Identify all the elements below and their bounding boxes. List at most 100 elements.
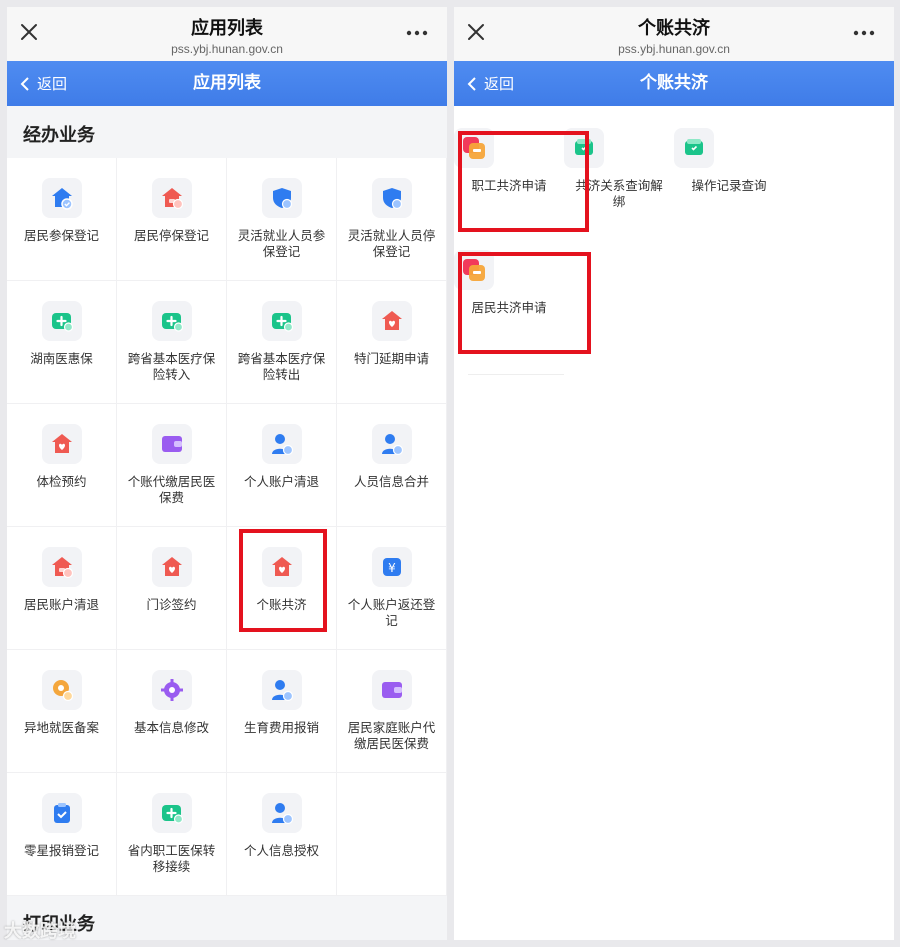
app-tile[interactable]: 湖南医惠保	[7, 281, 117, 404]
app-tile[interactable]: 零星报销登记	[7, 773, 117, 896]
map-pin-icon	[41, 670, 82, 710]
app-tile[interactable]: 跨省基本医疗保险转入	[117, 281, 227, 404]
app-tile[interactable]: 人员信息合并	[337, 404, 447, 527]
shield-icon	[261, 178, 302, 218]
app-tile-label: 居民共济申请	[471, 300, 547, 315]
close-icon[interactable]	[464, 20, 488, 44]
medical-card-icon	[151, 793, 192, 833]
app-tile-label: 共济关系查询解绑	[575, 178, 663, 209]
mutual-aid-grid: 职工共济申请 共济关系查询解绑 操作记录查询居民共济申请	[454, 128, 894, 372]
house-heart-icon	[151, 547, 192, 587]
app-tile[interactable]: 居民家庭账户代缴居民医保费	[337, 650, 447, 773]
services-grid: 居民参保登记 居民停保登记 灵活就业人员参保登记 灵活就业人员停保登记湖南医惠保 跨省基…	[7, 158, 447, 896]
app-tile-label: 职工共济申请	[471, 178, 547, 193]
page-title: 个账共济	[638, 18, 710, 39]
person-icon	[371, 424, 412, 464]
house-heart-icon	[261, 547, 302, 587]
app-tile-label: 跨省基本医疗保险转入	[127, 351, 216, 382]
page-url: pss.ybj.hunan.gov.cn	[171, 42, 283, 56]
wallet-green-icon	[564, 128, 604, 168]
app-tile-label: 灵活就业人员停保登记	[347, 228, 436, 259]
app-tile-label: 操作记录查询	[691, 178, 767, 193]
app-tile[interactable]: 跨省基本医疗保险转出	[227, 281, 337, 404]
page-url: pss.ybj.hunan.gov.cn	[618, 42, 730, 56]
shield-house-icon	[41, 178, 82, 218]
navigation-bar: 返回 应用列表	[7, 61, 447, 106]
app-tile[interactable]: 个账共济	[227, 527, 337, 650]
medical-card-icon	[41, 301, 82, 341]
app-tile[interactable]: 门诊签约	[117, 527, 227, 650]
nav-title: 个账共济	[640, 73, 708, 93]
app-tile[interactable]: 基本信息修改	[117, 650, 227, 773]
svg-text:¥: ¥	[388, 561, 396, 575]
app-tile-label: 特门延期申请	[353, 351, 429, 366]
section-title-services: 经办业务	[7, 106, 447, 158]
app-tile[interactable]: 操作记录查询	[674, 128, 784, 250]
app-tile[interactable]: 灵活就业人员参保登记	[227, 158, 337, 281]
app-tile[interactable]: 共济关系查询解绑	[564, 128, 674, 250]
app-tile-label: 个账代缴居民医保费	[127, 474, 216, 505]
more-icon[interactable]	[852, 23, 876, 43]
app-tile[interactable]: 异地就医备案	[7, 650, 117, 773]
cards-icon	[454, 250, 494, 290]
app-tile[interactable]: ¥ 个人账户返还登记	[337, 527, 447, 650]
medical-card-icon	[151, 301, 192, 341]
app-tile-label: 湖南医惠保	[30, 351, 93, 366]
app-tile[interactable]: 个人信息授权	[227, 773, 337, 896]
app-tile-label: 居民停保登记	[133, 228, 209, 243]
app-tile-label: 居民家庭账户代缴居民医保费	[347, 720, 436, 751]
medical-card-icon	[261, 301, 302, 341]
app-tile[interactable]: 特门延期申请	[337, 281, 447, 404]
app-tile-label: 个账共济	[256, 597, 307, 612]
browser-topbar: 个账共济 pss.ybj.hunan.gov.cn	[454, 7, 894, 61]
app-tile[interactable]: 个人账户清退	[227, 404, 337, 527]
app-tile[interactable]: 居民参保登记	[7, 158, 117, 281]
yuan-icon: ¥	[371, 547, 412, 587]
app-tile[interactable]: 职工共济申请	[454, 128, 564, 250]
watermark: 大数跨境	[4, 921, 76, 942]
app-tile[interactable]: 体检预约	[7, 404, 117, 527]
app-tile[interactable]: 省内职工医保转移接续	[117, 773, 227, 896]
app-tile[interactable]: 居民停保登记	[117, 158, 227, 281]
app-tile-label: 个人信息授权	[243, 843, 319, 858]
person-icon	[261, 424, 302, 464]
wallet-icon	[151, 424, 192, 464]
page-title: 应用列表	[191, 18, 263, 39]
app-tile[interactable]: 生育费用报销	[227, 650, 337, 773]
house-heart-icon	[371, 301, 412, 341]
navigation-bar: 返回 个账共济	[454, 61, 894, 106]
app-tile[interactable]: 灵活就业人员停保登记	[337, 158, 447, 281]
app-tile[interactable]: 居民共济申请	[454, 250, 564, 372]
divider	[468, 374, 564, 375]
app-tile-label: 体检预约	[36, 474, 87, 489]
more-icon[interactable]	[405, 23, 429, 43]
right-phone-screen: 个账共济 pss.ybj.hunan.gov.cn 返回 个账共济 职工共济申请…	[454, 7, 894, 940]
person-icon	[261, 670, 302, 710]
house-icon	[41, 547, 82, 587]
app-tile-label: 门诊签约	[146, 597, 197, 612]
empty-tile	[784, 128, 894, 250]
app-tile-label: 个人账户清退	[243, 474, 319, 489]
app-tile-label: 异地就医备案	[23, 720, 99, 735]
app-tile-label: 省内职工医保转移接续	[127, 843, 216, 874]
left-phone-screen: 应用列表 pss.ybj.hunan.gov.cn 返回 应用列表 经办业务 居…	[7, 7, 447, 940]
gear-icon	[151, 670, 192, 710]
wallet-icon	[371, 670, 412, 710]
close-icon[interactable]	[17, 20, 41, 44]
app-tile[interactable]: 居民账户清退	[7, 527, 117, 650]
app-tile-label: 人员信息合并	[353, 474, 429, 489]
empty-tile	[337, 773, 447, 896]
person-icon	[261, 793, 302, 833]
app-tile-label: 零星报销登记	[23, 843, 99, 858]
app-tile-label: 居民参保登记	[23, 228, 99, 243]
house-heart-icon	[41, 424, 82, 464]
house-icon	[151, 178, 192, 218]
app-tile-label: 个人账户返还登记	[347, 597, 436, 628]
app-tile[interactable]: 个账代缴居民医保费	[117, 404, 227, 527]
app-tile-label: 基本信息修改	[133, 720, 209, 735]
app-tile-label: 跨省基本医疗保险转出	[237, 351, 326, 382]
app-tile-label: 灵活就业人员参保登记	[237, 228, 326, 259]
nav-title: 应用列表	[193, 73, 261, 93]
clipboard-icon	[41, 793, 82, 833]
